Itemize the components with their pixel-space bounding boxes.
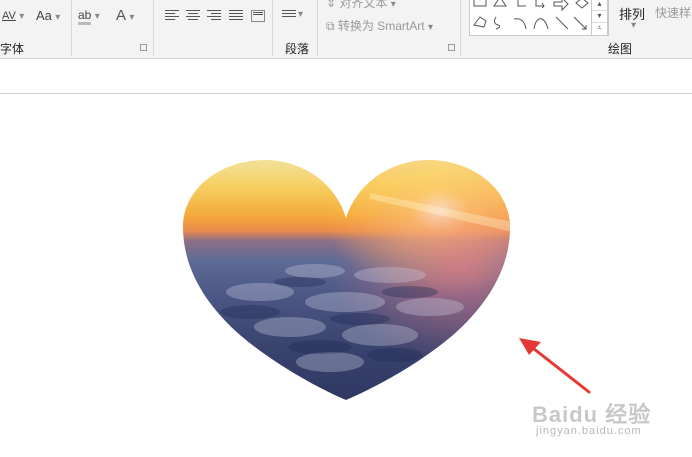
char-spacing-label: AV [2, 10, 16, 22]
quick-styles-label: 快速样 [655, 6, 692, 20]
chevron-down-icon: ▾ [631, 20, 637, 31]
separator [153, 0, 154, 56]
align-left-icon[interactable] [165, 10, 179, 22]
convert-smartart-label: 转换为 SmartArt [337, 19, 425, 33]
separator [272, 0, 273, 56]
separator [460, 0, 461, 56]
justify-icon[interactable] [229, 10, 243, 22]
watermark-url: jingyan.baidu.com [536, 425, 642, 437]
chevron-down-icon: ▾ [55, 12, 61, 23]
columns-icon[interactable] [282, 10, 296, 22]
chevron-down-icon: ▾ [19, 11, 25, 22]
drawing-group-label: 绘图 [608, 42, 633, 56]
chevron-down-icon: ▾ [94, 11, 100, 22]
distributed-icon[interactable] [251, 10, 265, 22]
paragraph-group-label: 段落 [285, 42, 310, 56]
gallery-more-icon[interactable]: ⩡ [592, 23, 607, 35]
font-dialog-launcher-icon[interactable] [140, 44, 147, 51]
chevron-down-icon: ▾ [129, 12, 135, 23]
convert-smartart-button[interactable]: ⧉ 转换为 SmartArt ▾ [326, 17, 433, 34]
red-arrow-icon [519, 338, 591, 394]
watermark: Baidu 经验 jingyan.baidu.com [532, 397, 672, 445]
shape-gallery-icons [473, 0, 589, 30]
chevron-down-icon: ▾ [298, 9, 304, 20]
paragraph-dialog-launcher-icon[interactable] [448, 44, 455, 51]
align-text-button[interactable]: ⇕ 对齐文本 ▾ [326, 0, 396, 11]
separator [71, 0, 72, 56]
gallery-up-icon[interactable]: ▴ [592, 0, 607, 11]
font-group-label: 字体 [0, 42, 25, 56]
gallery-down-icon[interactable]: ▾ [592, 11, 607, 23]
align-text-label: 对齐文本 [339, 0, 388, 10]
highlight-label: ab [78, 8, 92, 25]
highlight-button[interactable]: ab ▾ [78, 8, 100, 25]
gallery-scroll[interactable]: ▴ ▾ ⩡ [591, 0, 608, 36]
change-case-label: Aa [36, 8, 52, 23]
separator [317, 0, 318, 56]
align-center-icon[interactable] [186, 10, 200, 22]
ribbon: AV ▾ Aa ▾ ab ▾ A ▾ 字体 ▾ ⇕ 对齐文本 ▾ ⧉ 转换为 S… [0, 0, 692, 59]
chevron-down-icon: ▾ [427, 22, 433, 33]
change-case-button[interactable]: Aa ▾ [36, 8, 60, 23]
font-color-label: A [116, 7, 127, 24]
font-color-button[interactable]: A ▾ [116, 7, 134, 24]
shape-gallery[interactable] [469, 0, 609, 36]
quick-styles-button[interactable]: 快速样 [655, 4, 691, 21]
char-spacing-button[interactable]: AV ▾ [2, 8, 24, 22]
align-text-icon: ⇕ [326, 0, 337, 10]
chevron-down-icon: ▾ [390, 0, 396, 10]
smartart-icon: ⧉ [326, 19, 335, 33]
heart-picture[interactable] [180, 157, 513, 403]
align-right-icon[interactable] [207, 10, 221, 22]
